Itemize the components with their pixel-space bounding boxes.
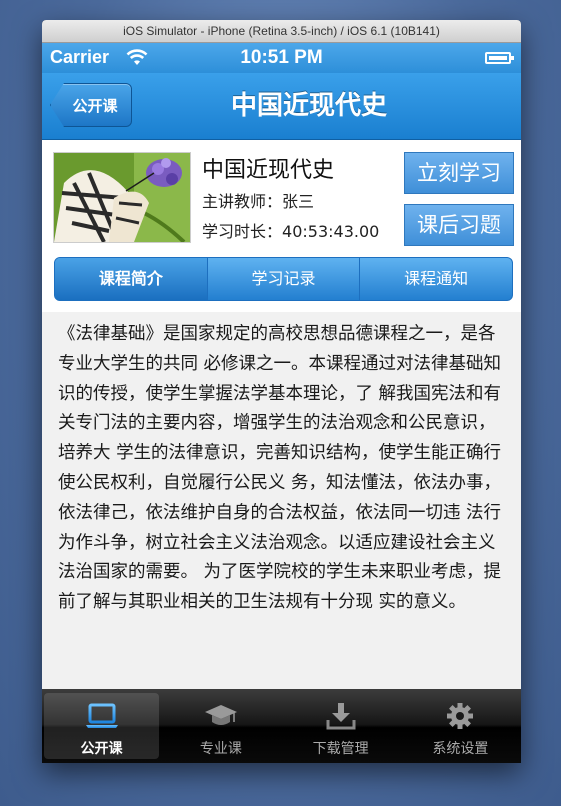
tab-label: 系统设置 <box>432 741 489 757</box>
teacher-row: 主讲教师：张三 <box>202 188 314 212</box>
download-icon <box>326 703 356 730</box>
segment-course-notices[interactable]: 课程通知 <box>360 258 512 300</box>
exercises-button[interactable]: 课后习题 <box>404 204 514 246</box>
segment-study-records[interactable]: 学习记录 <box>208 258 361 300</box>
tab-bar: 公开课 专业课 下载管理 系统设置 <box>42 689 521 763</box>
tab-major-courses[interactable]: 专业课 <box>161 689 281 763</box>
tab-system-settings[interactable]: 系统设置 <box>401 689 521 763</box>
tab-label: 专业课 <box>199 741 242 757</box>
gear-icon <box>447 703 474 729</box>
tab-label: 公开课 <box>80 741 123 757</box>
study-now-button[interactable]: 立刻学习 <box>404 152 514 194</box>
teacher-label: 主讲教师： <box>202 192 283 211</box>
teacher-name: 张三 <box>282 192 315 211</box>
tab-label: 下载管理 <box>312 741 369 757</box>
page-title: 中国近现代史 <box>230 91 387 121</box>
status-time: 10:51 PM <box>240 47 323 68</box>
duration-row: 学习时长：40:53:43.00 <box>202 218 379 242</box>
simulator-window: iOS Simulator - iPhone (Retina 3.5-inch)… <box>42 20 521 763</box>
segmented-control: 课程简介 学习记录 课程通知 <box>54 257 513 301</box>
course-thumbnail <box>53 152 191 243</box>
tab-download-manager[interactable]: 下载管理 <box>281 689 401 763</box>
content-area[interactable]: 中国近现代史 主讲教师：张三 学习时长：40:53:43.00 立刻学习 课后习… <box>42 140 521 689</box>
course-header: 中国近现代史 主讲教师：张三 学习时长：40:53:43.00 立刻学习 课后习… <box>42 140 521 312</box>
simulator-titlebar: iOS Simulator - iPhone (Retina 3.5-inch)… <box>42 20 521 43</box>
navigation-bar: 公开课 中国近现代史 <box>42 73 521 140</box>
graduation-cap-icon <box>204 705 237 725</box>
battery-icon <box>485 52 514 64</box>
laptop-icon <box>85 703 118 728</box>
back-button[interactable]: 公开课 <box>50 83 132 127</box>
course-description: 《法律基础》是国家规定的高校思想品德课程之一，是各专业大学生的共同 必修课之一。… <box>58 324 502 613</box>
segment-course-intro[interactable]: 课程简介 <box>55 258 208 300</box>
duration-label: 学习时长： <box>202 222 283 241</box>
tab-open-courses[interactable]: 公开课 <box>44 693 159 759</box>
course-name: 中国近现代史 <box>202 158 335 183</box>
duration-value: 40:53:43.00 <box>282 222 380 241</box>
status-bar: Carrier 10:51 PM <box>42 43 521 73</box>
